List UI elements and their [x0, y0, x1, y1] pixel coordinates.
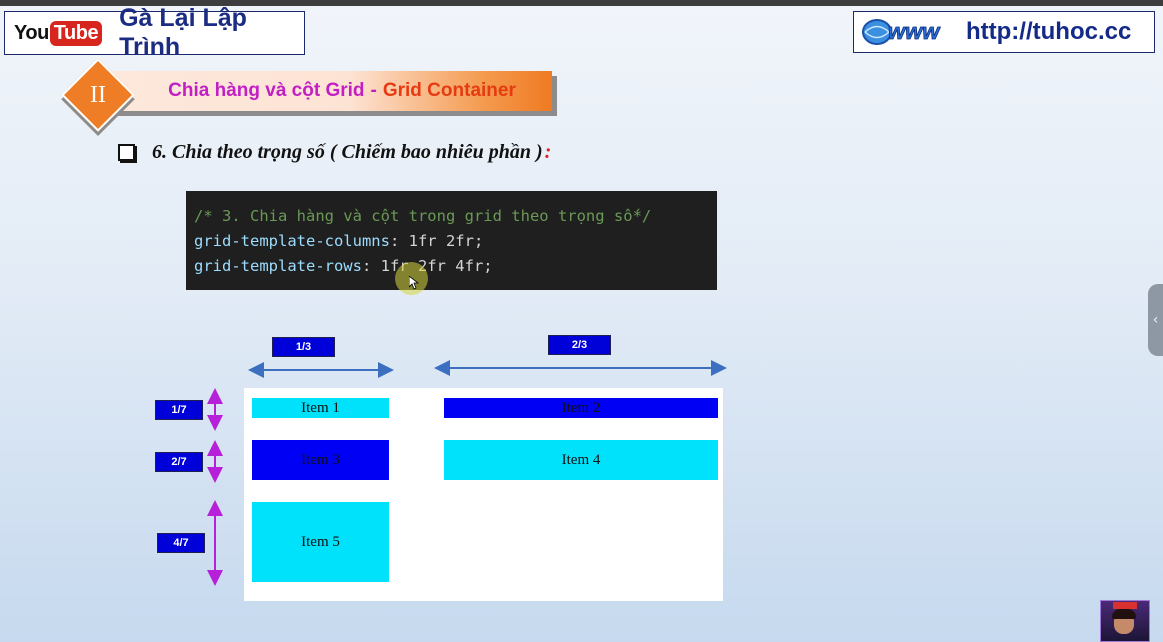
live-badge [1113, 602, 1137, 609]
presenter-avatar [1100, 600, 1150, 642]
column-label-1: 1/3 [272, 337, 335, 357]
website-badge: www http://tuhoc.cc [853, 11, 1155, 53]
section-number: II [90, 81, 106, 108]
chevron-left-icon: ‹ [1152, 312, 1159, 328]
row-label-2: 2/7 [155, 452, 203, 472]
slide-heading: 6. Chia theo trọng số ( Chiếm bao nhiêu … [118, 141, 551, 164]
side-panel-handle[interactable]: ‹ [1148, 284, 1163, 356]
channel-name: Gà Lại Lập Trình [119, 4, 247, 61]
grid-item-1: Item 1 [252, 398, 389, 418]
grid-item-4: Item 4 [444, 440, 718, 480]
grid-item-2: Item 2 [444, 398, 718, 418]
section-title: Chia hàng và cột Grid - Grid Container [104, 71, 552, 111]
mouse-cursor-icon [409, 276, 419, 290]
grid-item-5: Item 5 [252, 502, 389, 582]
avatar-hair [1112, 609, 1136, 619]
youtube-logo: You Tube [14, 20, 103, 46]
code-line-columns: grid-template-columns: 1fr 2fr; [194, 232, 484, 250]
grid-item-3: Item 3 [252, 440, 389, 480]
website-url[interactable]: http://tuhoc.cc [966, 18, 1131, 46]
svg-text:www: www [888, 19, 941, 44]
code-line-rows: grid-template-rows: 1fr 2fr 4fr; [194, 257, 493, 275]
grid-demo-container: Item 1 Item 2 Item 3 Item 4 Item 5 [244, 388, 723, 601]
checkbox-bullet-icon [118, 144, 135, 161]
row-label-1: 1/7 [155, 400, 203, 420]
youtube-channel-badge: You Tube Gà Lại Lập Trình [4, 4, 305, 61]
column-label-2: 2/3 [548, 335, 611, 355]
code-snippet: /* 3. Chia hàng và cột trong grid theo t… [186, 191, 717, 290]
row-label-3: 4/7 [157, 533, 205, 553]
code-line-comment: /* 3. Chia hàng và cột trong grid theo t… [194, 207, 652, 225]
www-globe-icon: www [862, 19, 942, 45]
